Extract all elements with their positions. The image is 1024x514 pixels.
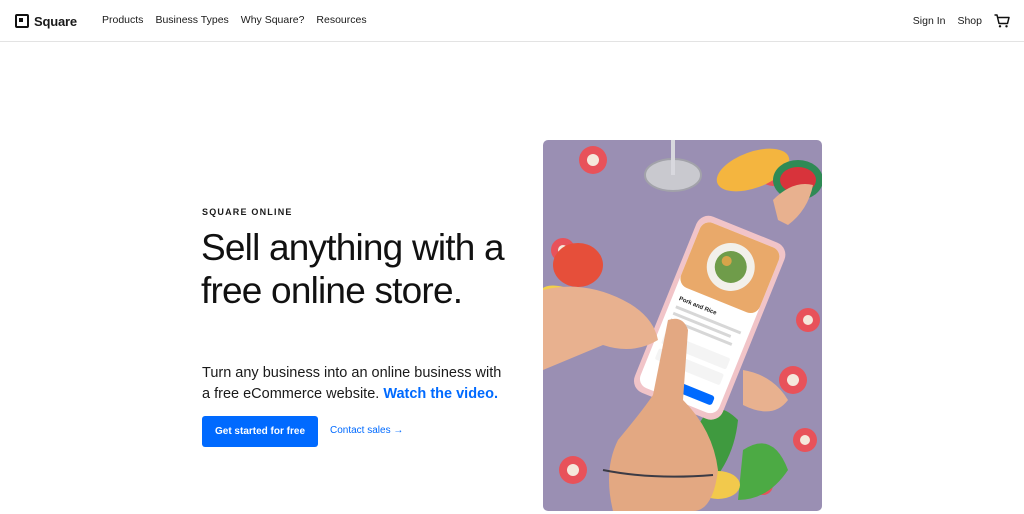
square-logo[interactable]: Square [15,12,77,30]
main-nav: Products Business Types Why Square? Reso… [102,14,379,26]
top-navigation-bar: Square Products Business Types Why Squar… [0,0,1024,42]
hero-subcopy: Turn any business into an online busines… [202,363,512,405]
watch-video-link[interactable]: Watch the video. [383,386,498,402]
hero-image: Pork and Rice [543,140,822,511]
nav-business-types[interactable]: Business Types [155,14,228,26]
nav-products[interactable]: Products [102,14,143,26]
get-started-button[interactable]: Get started for free [202,416,318,447]
hero-eyebrow: SQUARE ONLINE [202,207,293,217]
brand-name: Square [34,13,77,29]
hero-headline: Sell anything with a free online store. [201,227,505,311]
contact-sales-link[interactable]: Contact sales → [330,425,403,436]
sign-in-link[interactable]: Sign In [913,15,946,27]
hero-illustration: Pork and Rice [543,140,822,511]
nav-resources[interactable]: Resources [316,14,366,26]
account-nav: Sign In Shop [901,14,1010,28]
cart-icon[interactable] [994,14,1010,28]
square-logo-icon [15,14,29,28]
nav-why-square[interactable]: Why Square? [241,14,305,26]
shop-link[interactable]: Shop [957,15,982,27]
